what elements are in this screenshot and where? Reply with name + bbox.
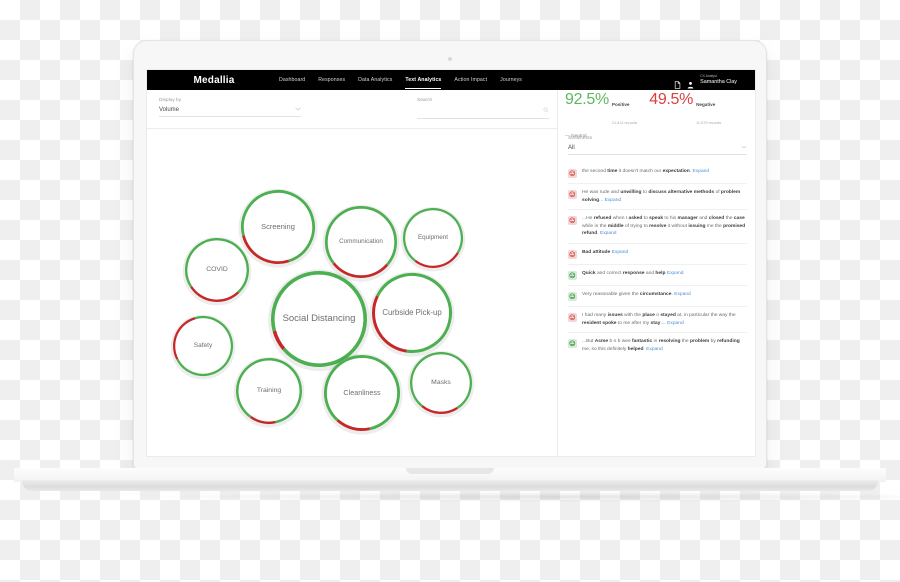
comment-item[interactable]: He was rude and unwilling to discuss alt… bbox=[568, 184, 747, 211]
expand-link[interactable]: Expand bbox=[605, 198, 622, 203]
user-icon[interactable] bbox=[687, 76, 694, 89]
negative-records: 11,579 records bbox=[696, 121, 722, 125]
laptop-base-bottom bbox=[22, 480, 878, 491]
laptop-notch bbox=[406, 468, 494, 474]
comment-text: ...But Acme b n b wee fantastic in resol… bbox=[582, 339, 740, 352]
positive-meta: Positive 21,612 records bbox=[612, 92, 637, 129]
search-input[interactable] bbox=[417, 107, 531, 115]
sad-face-icon bbox=[568, 190, 577, 199]
search-control: Search bbox=[417, 98, 549, 119]
display-by-value: Volume bbox=[159, 107, 180, 113]
laptop-mockup: Medallia Dashboard Responses Data Analytic… bbox=[14, 40, 900, 502]
comment-text: Bad attitude Expand bbox=[582, 249, 629, 255]
kpi-negative: 49.5% Negative 11,579 records bbox=[649, 92, 721, 129]
topic-bubble-masks[interactable]: Masks bbox=[404, 346, 478, 420]
comment-text: I had many issues with the place o staye… bbox=[582, 312, 736, 326]
top-navigation-bar: Medallia Dashboard Responses Data Analytic… bbox=[147, 70, 755, 90]
comment-list: the second time it doesn't match our exp… bbox=[568, 163, 747, 358]
comment-text: He was rude and unwilling to discuss alt… bbox=[582, 190, 741, 203]
comment-text: Quick and correct response and help Expa… bbox=[582, 270, 684, 276]
sentiments-select[interactable]: All bbox=[568, 145, 747, 155]
display-by-control: Display by Volume bbox=[159, 98, 301, 117]
app-screen: Medallia Dashboard Responses Data Analytic… bbox=[146, 69, 756, 457]
happy-face-icon bbox=[568, 270, 577, 280]
display-by-select[interactable]: Volume bbox=[159, 107, 301, 117]
brand-logo[interactable]: Medallia bbox=[155, 75, 273, 86]
laptop-lid: Medallia Dashboard Responses Data Analytic… bbox=[133, 40, 767, 470]
nav-item-journeys[interactable]: Journeys bbox=[500, 73, 522, 87]
nav-links: Dashboard Responses Data Analytics Text Ana… bbox=[279, 73, 522, 89]
expand-link[interactable]: Expand bbox=[674, 292, 691, 297]
nav-item-dashboard[interactable]: Dashboard bbox=[279, 73, 305, 87]
expand-link[interactable]: Expand bbox=[600, 231, 617, 236]
comment-item[interactable]: Bad attitude Expand bbox=[568, 244, 747, 265]
sad-face-icon bbox=[568, 312, 577, 322]
happy-face-icon bbox=[568, 291, 577, 301]
sad-face-icon bbox=[568, 169, 577, 178]
sentiments-control: Sentiments All bbox=[568, 136, 747, 155]
kpi-row: 92.5% Positive 21,612 records 49.5% Nega… bbox=[565, 92, 755, 129]
display-by-label: Display by bbox=[159, 98, 182, 103]
topic-bubble-safety[interactable]: Safety bbox=[167, 310, 239, 382]
chevron-down-icon bbox=[295, 107, 301, 113]
kpi-positive: 92.5% Positive 21,612 records bbox=[565, 92, 637, 129]
comment-text: Very reasonable given the circumstance. … bbox=[582, 291, 691, 297]
nav-item-text-analytics[interactable]: Text Analytics bbox=[405, 73, 442, 89]
search-field-wrap bbox=[417, 107, 549, 119]
webcam-icon bbox=[448, 57, 452, 61]
topic-bubble-chart: Screening Communication Equipment COVID Soci… bbox=[147, 128, 557, 456]
happy-face-icon bbox=[568, 339, 577, 349]
comment-item[interactable]: I had many issues with the place o staye… bbox=[568, 307, 747, 334]
expand-link[interactable]: Expand bbox=[667, 321, 684, 326]
sentiments-label: Sentiments bbox=[568, 136, 592, 141]
topic-bubble-training[interactable]: Training bbox=[230, 352, 308, 430]
sentiments-value: All bbox=[568, 145, 575, 151]
negative-meta: Negative 11,579 records bbox=[696, 92, 721, 129]
search-icon[interactable] bbox=[543, 107, 549, 115]
positive-label: Positive bbox=[611, 102, 630, 107]
comment-text: ...He refused when I asked to speak to h… bbox=[582, 216, 746, 237]
comment-item[interactable]: Quick and correct response and help Expa… bbox=[568, 265, 747, 286]
expand-link[interactable]: Expand bbox=[693, 169, 710, 174]
chevron-down-icon bbox=[741, 145, 747, 151]
document-icon[interactable] bbox=[674, 76, 681, 89]
topic-bubble-covid[interactable]: COVID bbox=[179, 232, 255, 308]
comment-text: the second time it doesn't match our exp… bbox=[582, 169, 710, 174]
positive-records: 21,612 records bbox=[611, 121, 638, 125]
laptop-shadow bbox=[153, 492, 900, 502]
expand-link[interactable]: Expand bbox=[646, 347, 663, 352]
comment-item[interactable]: ...He refused when I asked to speak to h… bbox=[568, 210, 747, 244]
sad-face-icon bbox=[568, 216, 577, 226]
comment-item[interactable]: Very reasonable given the circumstance. … bbox=[568, 286, 747, 307]
user-info[interactable]: CX Analyst Samantha Clay bbox=[700, 74, 737, 85]
nav-item-data-analytics[interactable]: Data Analytics bbox=[358, 73, 392, 87]
positive-percent: 92.5% bbox=[565, 91, 609, 108]
comment-item[interactable]: the second time it doesn't match our exp… bbox=[568, 163, 747, 184]
topic-bubble-equipment[interactable]: Equipment bbox=[397, 202, 469, 274]
sentiment-kpis: 92.5% Positive 21,612 records 49.5% Nega… bbox=[557, 92, 755, 140]
nav-right-section: CX Analyst Samantha Clay bbox=[674, 74, 747, 89]
nav-item-responses[interactable]: Responses bbox=[318, 73, 345, 87]
search-label: Search bbox=[417, 98, 433, 103]
negative-label: Negative bbox=[696, 102, 716, 107]
expand-link[interactable]: Expand bbox=[667, 271, 684, 276]
user-name: Samantha Clay bbox=[700, 78, 737, 85]
topic-bubble-cleanliness[interactable]: Cleanliness bbox=[318, 349, 406, 437]
sentiment-panel: Sentiments All the second time it doesn'… bbox=[558, 136, 755, 456]
nav-item-action-impact[interactable]: Action Impact bbox=[454, 73, 487, 87]
expand-link[interactable]: Expand bbox=[612, 250, 629, 255]
sad-face-icon bbox=[568, 249, 577, 259]
negative-percent: 49.5% bbox=[649, 91, 694, 108]
comment-item[interactable]: ...But Acme b n b wee fantastic in resol… bbox=[568, 333, 747, 358]
